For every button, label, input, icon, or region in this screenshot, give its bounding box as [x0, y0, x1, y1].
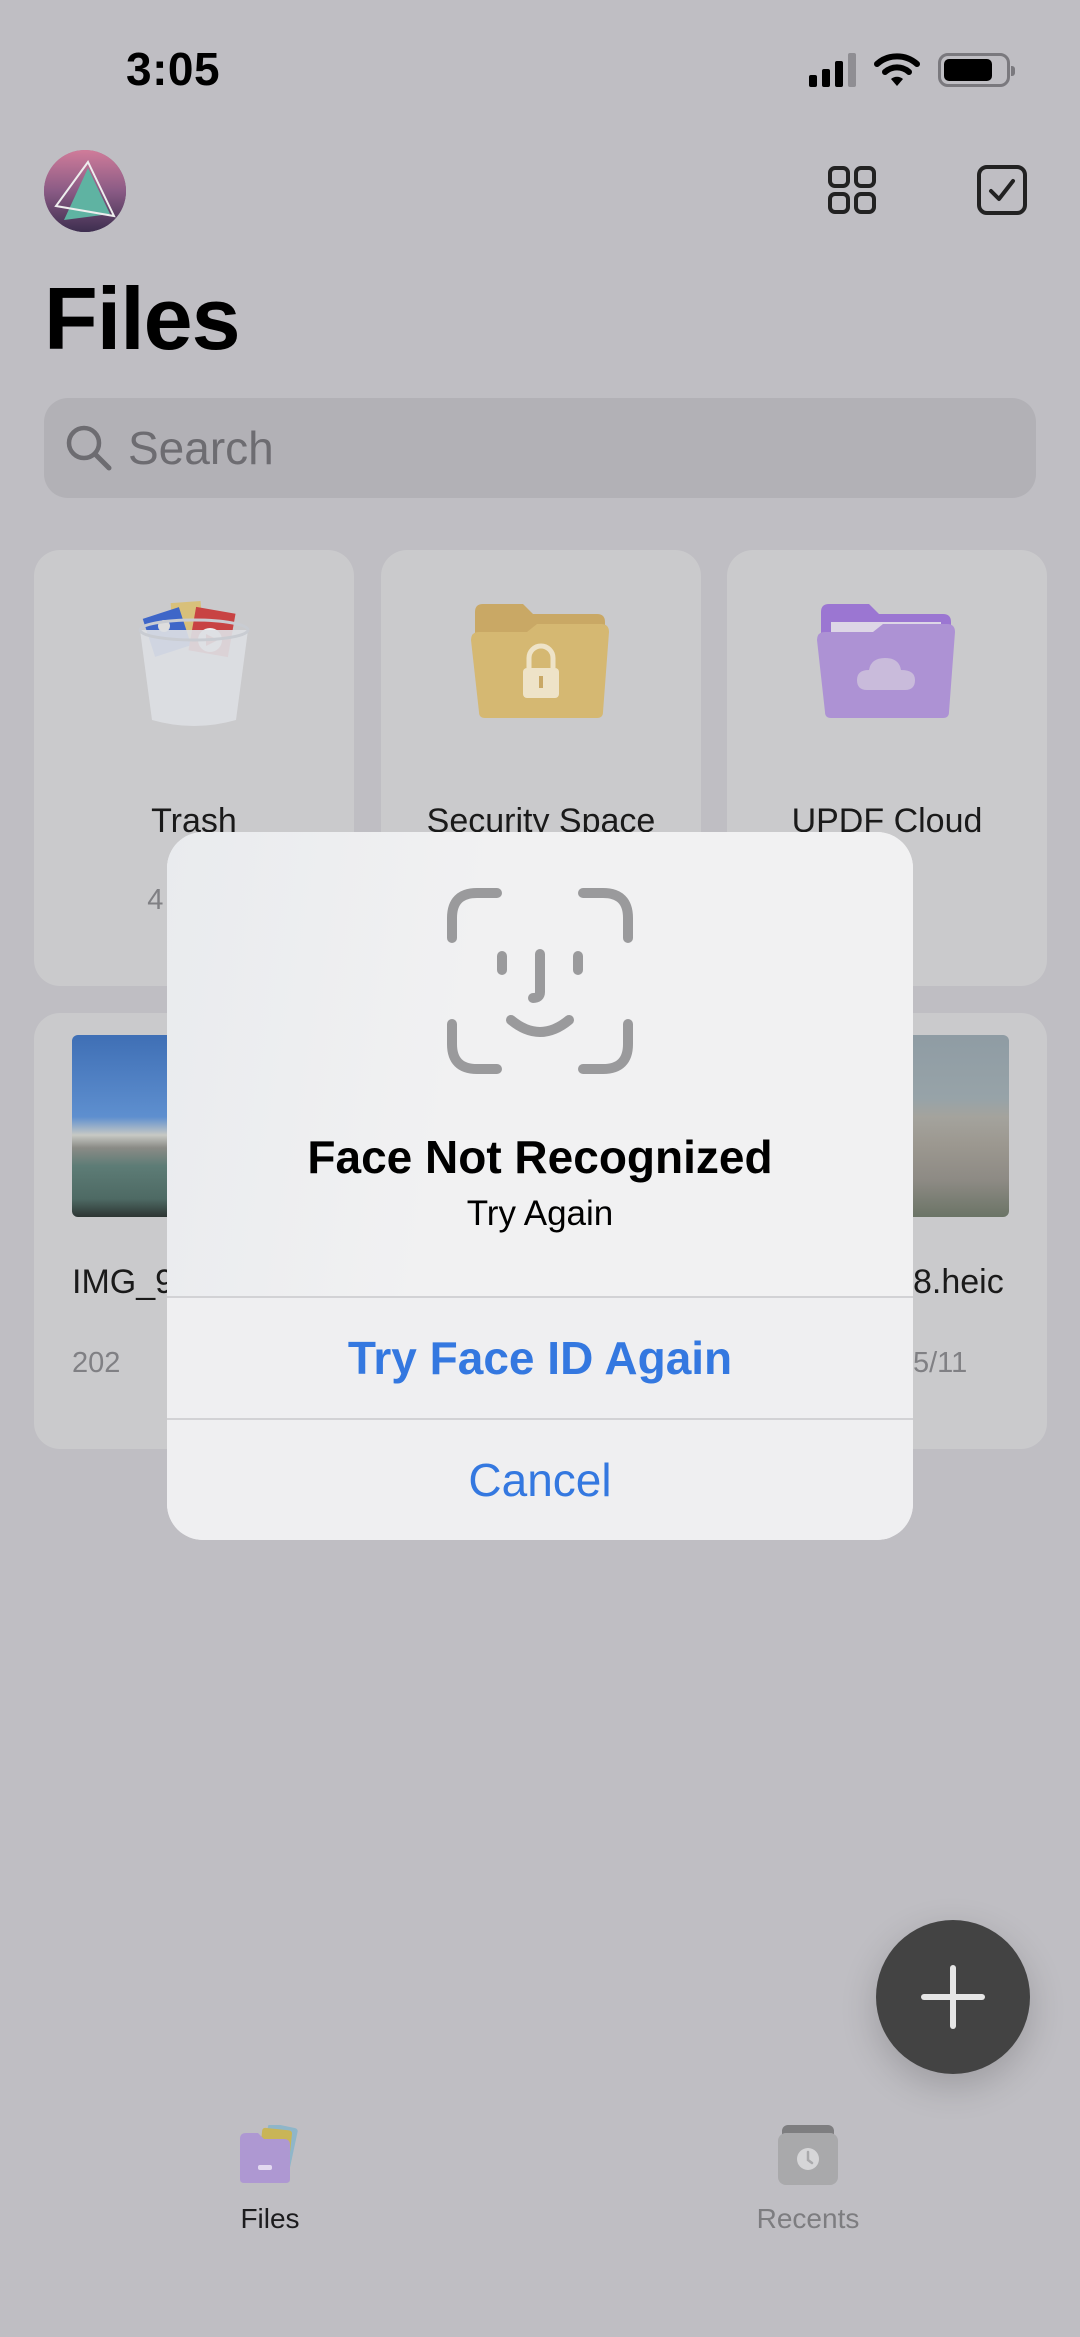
add-button[interactable]	[876, 1920, 1030, 2074]
wifi-icon	[874, 53, 920, 86]
tab-files[interactable]: Files	[170, 2125, 370, 2235]
cellular-signal-icon	[809, 53, 856, 87]
grid-view-icon	[828, 166, 876, 214]
file-name: 8.heic	[913, 1263, 1004, 1301]
file-date: 202	[72, 1347, 121, 1379]
dialog-title: Face Not Recognized	[307, 1131, 773, 1183]
tab-recents[interactable]: Recents	[708, 2125, 908, 2235]
search-bar[interactable]	[44, 398, 1036, 498]
recents-clock-icon	[778, 2125, 838, 2185]
file-date: 5/11	[913, 1347, 968, 1379]
select-button[interactable]	[972, 160, 1032, 220]
tab-label: Files	[240, 2203, 300, 2234]
try-face-id-again-button[interactable]: Try Face ID Again	[167, 1296, 913, 1418]
file-name: IMG_9	[72, 1263, 175, 1301]
battery-icon	[938, 53, 1015, 87]
files-folder-icon	[240, 2125, 298, 2183]
trash-bin-icon	[138, 601, 250, 726]
search-icon	[66, 425, 112, 471]
page-title: Files	[44, 269, 241, 368]
cloud-folder-icon	[817, 604, 955, 718]
dialog-body: Face Not Recognized Try Again	[167, 832, 913, 1296]
status-time: 3:05	[126, 43, 221, 95]
checkbox-select-icon	[977, 165, 1027, 215]
face-id-icon	[447, 888, 633, 1074]
grid-view-button[interactable]	[822, 160, 882, 220]
face-id-alert-dialog: Face Not Recognized Try Again Try Face I…	[167, 832, 913, 1540]
search-input[interactable]	[128, 421, 1008, 475]
tab-label: Recents	[756, 2203, 860, 2234]
status-icons	[809, 52, 1015, 88]
plus-icon	[921, 1965, 985, 2029]
avatar[interactable]	[44, 150, 126, 232]
cancel-button[interactable]: Cancel	[167, 1418, 913, 1540]
locked-folder-icon	[471, 604, 609, 718]
dialog-message: Try Again	[466, 1194, 614, 1233]
